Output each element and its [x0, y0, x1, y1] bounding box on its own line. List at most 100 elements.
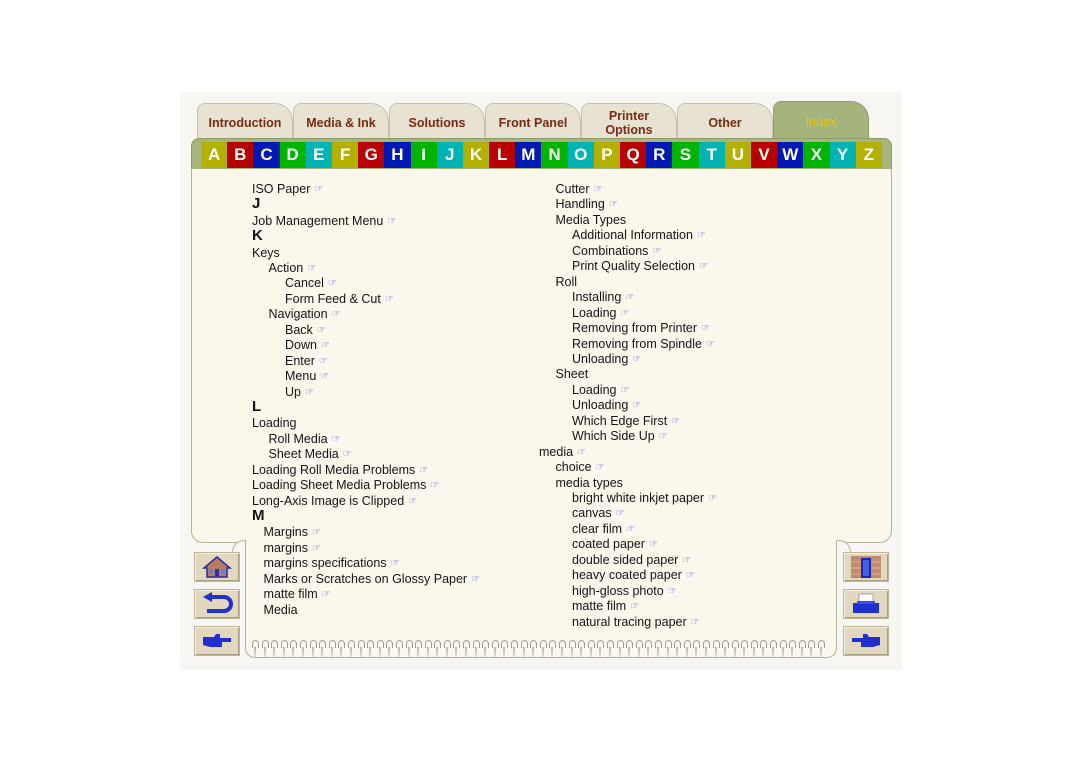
- tab-introduction[interactable]: Introduction: [197, 103, 293, 141]
- pointing-hand-link-icon[interactable]: ☞: [332, 307, 341, 322]
- letter-t-button[interactable]: T: [698, 142, 725, 168]
- index-entry-link[interactable]: Handling: [556, 197, 605, 211]
- index-entry-link[interactable]: media: [539, 445, 573, 459]
- index-entry-link[interactable]: margins: [264, 541, 308, 555]
- pointing-hand-link-icon[interactable]: ☞: [668, 584, 677, 599]
- pointing-hand-link-icon[interactable]: ☞: [699, 259, 708, 274]
- index-entry-link[interactable]: Loading Sheet Media Problems: [252, 478, 426, 492]
- pointing-hand-link-icon[interactable]: ☞: [391, 556, 400, 571]
- index-entry-link[interactable]: Which Edge First: [572, 414, 667, 428]
- index-entry-link[interactable]: Back: [285, 323, 313, 337]
- index-entry-link[interactable]: Unloading: [572, 352, 628, 366]
- pointing-hand-link-icon[interactable]: ☞: [596, 460, 605, 475]
- pointing-hand-link-icon[interactable]: ☞: [682, 553, 691, 568]
- letter-q-button[interactable]: Q: [620, 142, 647, 168]
- pointing-hand-link-icon[interactable]: ☞: [632, 398, 641, 413]
- pointing-hand-link-icon[interactable]: ☞: [408, 494, 417, 509]
- index-entry-link[interactable]: bright white inkjet paper: [572, 491, 704, 505]
- letter-j-button[interactable]: J: [436, 142, 463, 168]
- pointing-hand-link-icon[interactable]: ☞: [314, 182, 323, 197]
- index-entry-link[interactable]: Roll Media: [269, 432, 328, 446]
- pointing-hand-link-icon[interactable]: ☞: [630, 599, 639, 614]
- index-entry-link[interactable]: Unloading: [572, 398, 628, 412]
- index-entry-link[interactable]: Enter: [285, 354, 315, 368]
- pointing-hand-link-icon[interactable]: ☞: [320, 369, 329, 384]
- letter-b-button[interactable]: B: [227, 142, 254, 168]
- letter-g-button[interactable]: G: [358, 142, 385, 168]
- pointing-hand-link-icon[interactable]: ☞: [609, 197, 618, 212]
- index-entry-link[interactable]: natural tracing paper: [572, 615, 687, 629]
- index-entry-link[interactable]: Navigation: [269, 307, 328, 321]
- pointing-hand-link-icon[interactable]: ☞: [708, 491, 717, 506]
- pointing-hand-link-icon[interactable]: ☞: [343, 447, 352, 462]
- tab-media-ink[interactable]: Media & Ink: [293, 103, 389, 141]
- letter-l-button[interactable]: L: [489, 142, 516, 168]
- letter-x-button[interactable]: X: [803, 142, 830, 168]
- index-entry-link[interactable]: double sided paper: [572, 553, 678, 567]
- pointing-hand-link-icon[interactable]: ☞: [625, 290, 634, 305]
- pointing-hand-link-icon[interactable]: ☞: [419, 463, 428, 478]
- index-entry-link[interactable]: Down: [285, 338, 317, 352]
- pointing-hand-link-icon[interactable]: ☞: [471, 572, 480, 587]
- previous-page-button[interactable]: [843, 626, 889, 656]
- pointing-hand-link-icon[interactable]: ☞: [649, 537, 658, 552]
- pointing-hand-link-icon[interactable]: ☞: [621, 383, 630, 398]
- index-entry-link[interactable]: Up: [285, 385, 301, 399]
- pointing-hand-link-icon[interactable]: ☞: [332, 432, 341, 447]
- index-entry-link[interactable]: high-gloss photo: [572, 584, 664, 598]
- pointing-hand-link-icon[interactable]: ☞: [321, 338, 330, 353]
- pointing-hand-link-icon[interactable]: ☞: [312, 541, 321, 556]
- letter-p-button[interactable]: P: [593, 142, 620, 168]
- letter-a-button[interactable]: A: [201, 142, 228, 168]
- pointing-hand-link-icon[interactable]: ☞: [385, 292, 394, 307]
- letter-o-button[interactable]: O: [567, 142, 594, 168]
- index-entry-link[interactable]: Which Side Up: [572, 429, 655, 443]
- letter-w-button[interactable]: W: [777, 142, 804, 168]
- letter-m-button[interactable]: M: [515, 142, 542, 168]
- index-entry-link[interactable]: Installing: [572, 290, 621, 304]
- pointing-hand-link-icon[interactable]: ☞: [706, 337, 715, 352]
- pointing-hand-link-icon[interactable]: ☞: [430, 478, 439, 493]
- pointing-hand-link-icon[interactable]: ☞: [621, 306, 630, 321]
- pointing-hand-link-icon[interactable]: ☞: [616, 506, 625, 521]
- pointing-hand-link-icon[interactable]: ☞: [577, 445, 586, 460]
- letter-r-button[interactable]: R: [646, 142, 673, 168]
- back-button[interactable]: [194, 589, 240, 619]
- letter-y-button[interactable]: Y: [829, 142, 856, 168]
- pointing-hand-link-icon[interactable]: ☞: [305, 385, 314, 400]
- index-entry-link[interactable]: Loading Roll Media Problems: [252, 463, 415, 477]
- letter-z-button[interactable]: Z: [855, 142, 882, 168]
- pointing-hand-link-icon[interactable]: ☞: [312, 525, 321, 540]
- pointing-hand-link-icon[interactable]: ☞: [317, 323, 326, 338]
- pointing-hand-link-icon[interactable]: ☞: [697, 228, 706, 243]
- tab-other[interactable]: Other: [677, 103, 773, 141]
- index-entry-link[interactable]: Menu: [285, 369, 316, 383]
- pointing-hand-link-icon[interactable]: ☞: [319, 354, 328, 369]
- index-entry-link[interactable]: Removing from Printer: [572, 321, 697, 335]
- pointing-hand-link-icon[interactable]: ☞: [671, 414, 680, 429]
- tab-printer-options[interactable]: Printer Options: [581, 103, 677, 141]
- index-entry-link[interactable]: Additional Information: [572, 228, 693, 242]
- index-entry-link[interactable]: Loading: [572, 306, 617, 320]
- index-entry-link[interactable]: coated paper: [572, 537, 645, 551]
- letter-f-button[interactable]: F: [331, 142, 359, 168]
- index-entry-link[interactable]: matte film: [264, 587, 318, 601]
- pointing-hand-link-icon[interactable]: ☞: [701, 321, 710, 336]
- index-entry-link[interactable]: Marks or Scratches on Glossy Paper: [264, 572, 468, 586]
- index-entry-link[interactable]: clear film: [572, 522, 622, 536]
- pointing-hand-link-icon[interactable]: ☞: [328, 276, 337, 291]
- letter-v-button[interactable]: V: [750, 142, 778, 168]
- exit-button[interactable]: [843, 552, 889, 582]
- letter-s-button[interactable]: S: [672, 142, 699, 168]
- pointing-hand-link-icon[interactable]: ☞: [307, 261, 316, 276]
- index-entry-link[interactable]: Cutter: [556, 182, 590, 196]
- index-entry-link[interactable]: canvas: [572, 506, 612, 520]
- home-button[interactable]: [194, 552, 240, 582]
- letter-d-button[interactable]: D: [279, 142, 306, 168]
- tab-solutions[interactable]: Solutions: [389, 103, 485, 141]
- index-entry-link[interactable]: Margins: [264, 525, 308, 539]
- letter-k-button[interactable]: K: [462, 142, 490, 168]
- index-entry-link[interactable]: heavy coated paper: [572, 568, 682, 582]
- pointing-hand-link-icon[interactable]: ☞: [686, 568, 695, 583]
- pointing-hand-link-icon[interactable]: ☞: [322, 587, 331, 602]
